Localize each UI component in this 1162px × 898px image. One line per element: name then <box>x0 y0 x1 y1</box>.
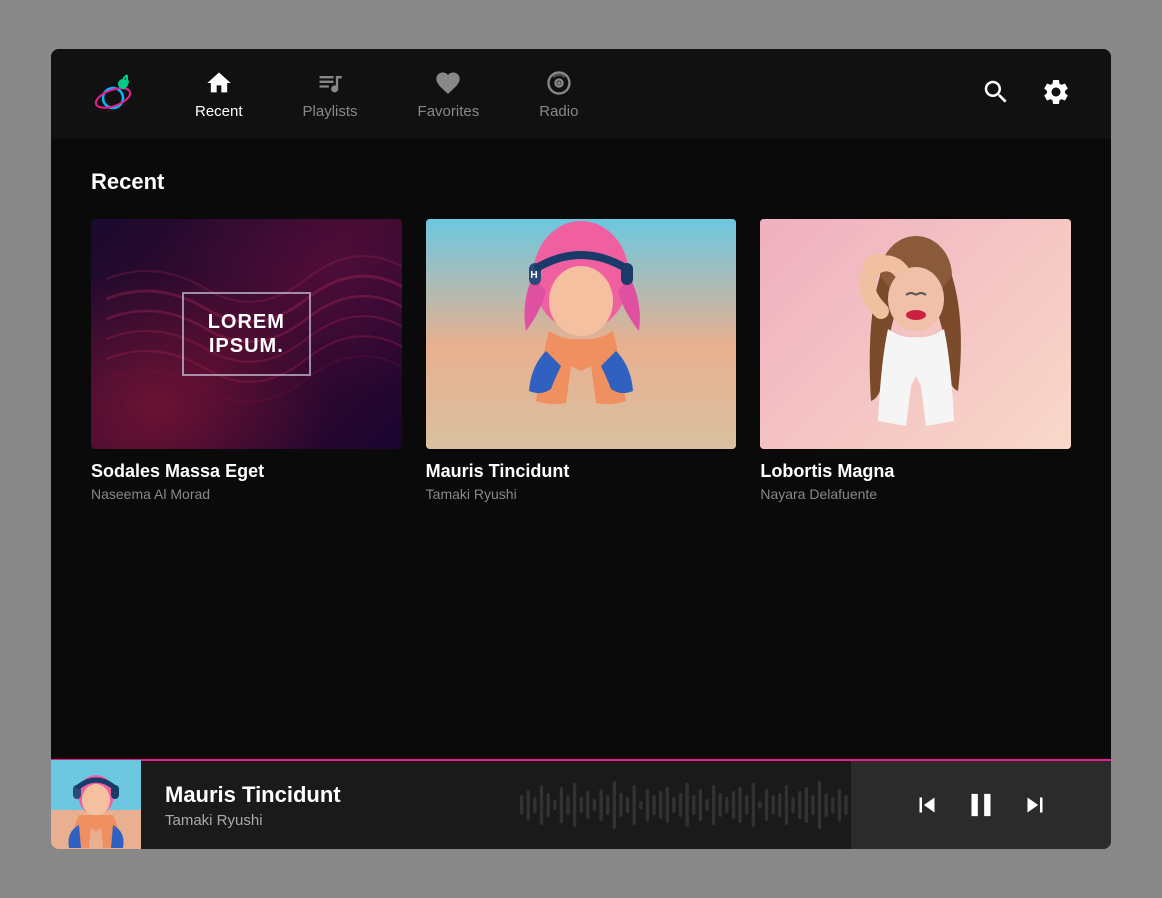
nav-items: Recent Playlists Favorites <box>195 69 981 120</box>
card2-person-svg: H <box>491 221 671 449</box>
nav-item-recent[interactable]: Recent <box>195 69 243 120</box>
card3-image <box>760 219 1071 449</box>
card1-subtitle: Naseema Al Morad <box>91 486 402 502</box>
nav-right <box>981 77 1071 112</box>
card3-figure <box>760 219 1071 449</box>
pause-icon <box>962 786 1000 824</box>
card1-image: LOREM IPSUM. <box>91 219 402 449</box>
nav-label-radio: Radio <box>539 103 578 120</box>
main-content: Recent LOREM <box>51 139 1111 759</box>
prev-button[interactable] <box>912 790 942 820</box>
card3-title: Lobortis Magna <box>760 461 1071 482</box>
app-container: Recent Playlists Favorites <box>51 49 1111 849</box>
card3-person-svg <box>826 221 1006 449</box>
pause-button[interactable] <box>962 786 1000 824</box>
card2-title: Mauris Tincidunt <box>426 461 737 482</box>
card1-box: LOREM IPSUM. <box>182 292 311 376</box>
card1-title: Sodales Massa Eget <box>91 461 402 482</box>
card1-text-line1: LOREM <box>208 310 285 334</box>
card-mauris[interactable]: H Mauris Tincidunt Tamaki Ryushi <box>426 219 737 502</box>
card2-figure: H <box>426 219 737 449</box>
nav-item-playlists[interactable]: Playlists <box>303 69 358 120</box>
player-thumb-svg <box>51 760 141 849</box>
nav-label-favorites: Favorites <box>418 103 480 120</box>
player-title: Mauris Tincidunt <box>165 782 496 808</box>
playlists-icon <box>316 69 344 97</box>
card1-text-line2: IPSUM. <box>208 334 285 358</box>
card2-image: H <box>426 219 737 449</box>
search-icon <box>981 77 1011 107</box>
card2-subtitle: Tamaki Ryushi <box>426 486 737 502</box>
nav-label-playlists: Playlists <box>303 103 358 120</box>
skip-previous-icon <box>912 790 942 820</box>
player-info: Mauris Tincidunt Tamaki Ryushi <box>141 782 520 829</box>
svg-text:H: H <box>530 270 537 281</box>
waveform-svg <box>520 775 851 835</box>
radio-icon <box>545 69 573 97</box>
card3-subtitle: Nayara Delafuente <box>760 486 1071 502</box>
card-lobortis[interactable]: Lobortis Magna Nayara Delafuente <box>760 219 1071 502</box>
next-button[interactable] <box>1020 790 1050 820</box>
card-sodales[interactable]: LOREM IPSUM. Sodales Massa Eget Naseema … <box>91 219 402 502</box>
player-thumbnail <box>51 760 141 849</box>
search-button[interactable] <box>981 77 1011 112</box>
player-bar: Mauris Tincidunt Tamaki Ryushi <box>51 759 1111 849</box>
home-icon <box>205 69 233 97</box>
settings-icon <box>1041 77 1071 107</box>
nav-item-radio[interactable]: Radio <box>539 69 578 120</box>
logo[interactable] <box>91 70 135 119</box>
skip-next-icon <box>1020 790 1050 820</box>
settings-button[interactable] <box>1041 77 1071 112</box>
section-title: Recent <box>91 169 1071 195</box>
player-artist: Tamaki Ryushi <box>165 812 496 829</box>
top-nav: Recent Playlists Favorites <box>51 49 1111 139</box>
cards-grid: LOREM IPSUM. Sodales Massa Eget Naseema … <box>91 219 1071 502</box>
nav-label-recent: Recent <box>195 103 243 120</box>
player-waveform <box>520 775 851 835</box>
favorites-icon <box>434 69 462 97</box>
nav-item-favorites[interactable]: Favorites <box>418 69 480 120</box>
player-controls <box>851 761 1111 849</box>
